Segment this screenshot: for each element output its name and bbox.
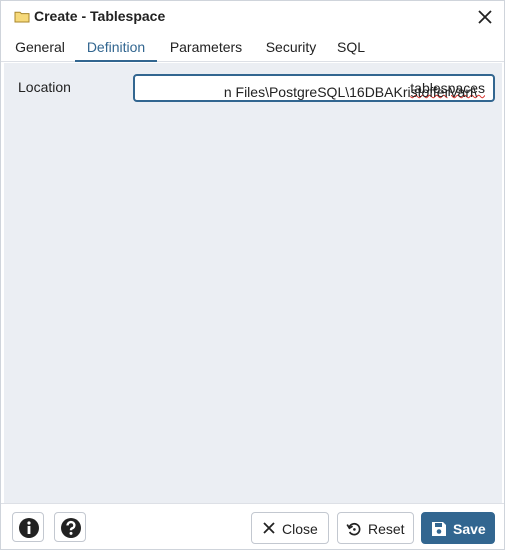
close-button-label: Close bbox=[282, 521, 318, 537]
close-icon bbox=[263, 522, 275, 534]
info-button[interactable] bbox=[12, 512, 44, 542]
dialog-footer: Close Reset Save bbox=[1, 503, 504, 549]
location-value-text: n Files\PostgreSQL\16DBAKristofferVan\ bbox=[223, 84, 477, 100]
reset-icon bbox=[346, 522, 361, 536]
tab-parameters[interactable]: Parameters bbox=[165, 33, 247, 62]
save-button-label: Save bbox=[453, 521, 486, 537]
location-input[interactable]: n Files\PostgreSQL\16DBAKristofferVan\ ta… bbox=[133, 74, 495, 102]
info-icon bbox=[19, 518, 39, 538]
definition-panel: Location n Files\PostgreSQL\16DBAKristof… bbox=[4, 63, 502, 503]
dialog-title: Create - Tablespace bbox=[34, 8, 166, 24]
help-button[interactable] bbox=[54, 512, 86, 542]
tab-definition[interactable]: Definition bbox=[75, 33, 157, 62]
create-tablespace-dialog: Create - Tablespace General Definition P… bbox=[0, 0, 505, 550]
reset-button-label: Reset bbox=[368, 521, 405, 537]
location-label: Location bbox=[18, 79, 71, 95]
tab-bar: General Definition Parameters Security S… bbox=[1, 33, 504, 62]
save-icon bbox=[432, 522, 446, 536]
folder-icon bbox=[14, 11, 30, 23]
tab-security[interactable]: Security bbox=[261, 33, 321, 62]
reset-button[interactable]: Reset bbox=[337, 512, 414, 544]
tab-general[interactable]: General bbox=[13, 33, 67, 62]
tab-sql[interactable]: SQL bbox=[335, 33, 367, 62]
dialog-title-bar[interactable]: Create - Tablespace bbox=[1, 1, 504, 33]
close-button[interactable]: Close bbox=[251, 512, 329, 544]
save-button[interactable]: Save bbox=[421, 512, 495, 544]
close-dialog-icon[interactable] bbox=[475, 7, 495, 27]
help-icon bbox=[61, 518, 81, 538]
location-input-value: n Files\PostgreSQL\16DBAKristofferVan\ ta… bbox=[224, 80, 485, 100]
